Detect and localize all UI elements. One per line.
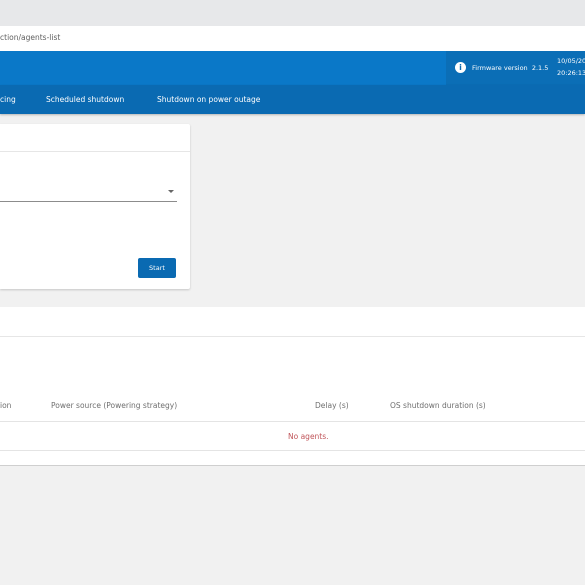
address-bar[interactable] [0, 26, 585, 52]
select-field[interactable] [0, 201, 177, 202]
address-url[interactable]: ction/agents-list [0, 33, 60, 42]
start-button[interactable]: Start [138, 258, 176, 278]
header-date: 10/05/20 [557, 57, 585, 65]
firmware-label: Firmware version [472, 64, 528, 72]
column-header-action: ion [0, 401, 12, 410]
header-time: 20:26:13 [557, 69, 585, 77]
nav-item-load-balancing[interactable]: cing [0, 95, 16, 104]
table-row-divider [0, 450, 585, 451]
empty-table-message: No agents. [288, 432, 329, 441]
card-divider [0, 151, 190, 152]
browser-tab-strip [0, 0, 585, 27]
column-header-os-shutdown-duration: OS shutdown duration (s) [390, 401, 486, 410]
table-header-divider [0, 421, 585, 422]
agents-panel [0, 307, 585, 466]
column-header-power-source: Power source (Powering strategy) [51, 401, 178, 410]
nav-item-shutdown-on-power-outage[interactable]: Shutdown on power outage [157, 95, 260, 104]
column-header-delay: Delay (s) [315, 401, 349, 410]
chevron-down-icon[interactable] [168, 190, 174, 193]
panel-divider [0, 336, 585, 337]
firmware-version-text: Firmware version 2.1.5 [472, 64, 548, 72]
nav-item-scheduled-shutdown[interactable]: Scheduled shutdown [46, 95, 124, 104]
info-icon[interactable]: i [455, 62, 466, 73]
firmware-version: 2.1.5 [531, 64, 549, 72]
